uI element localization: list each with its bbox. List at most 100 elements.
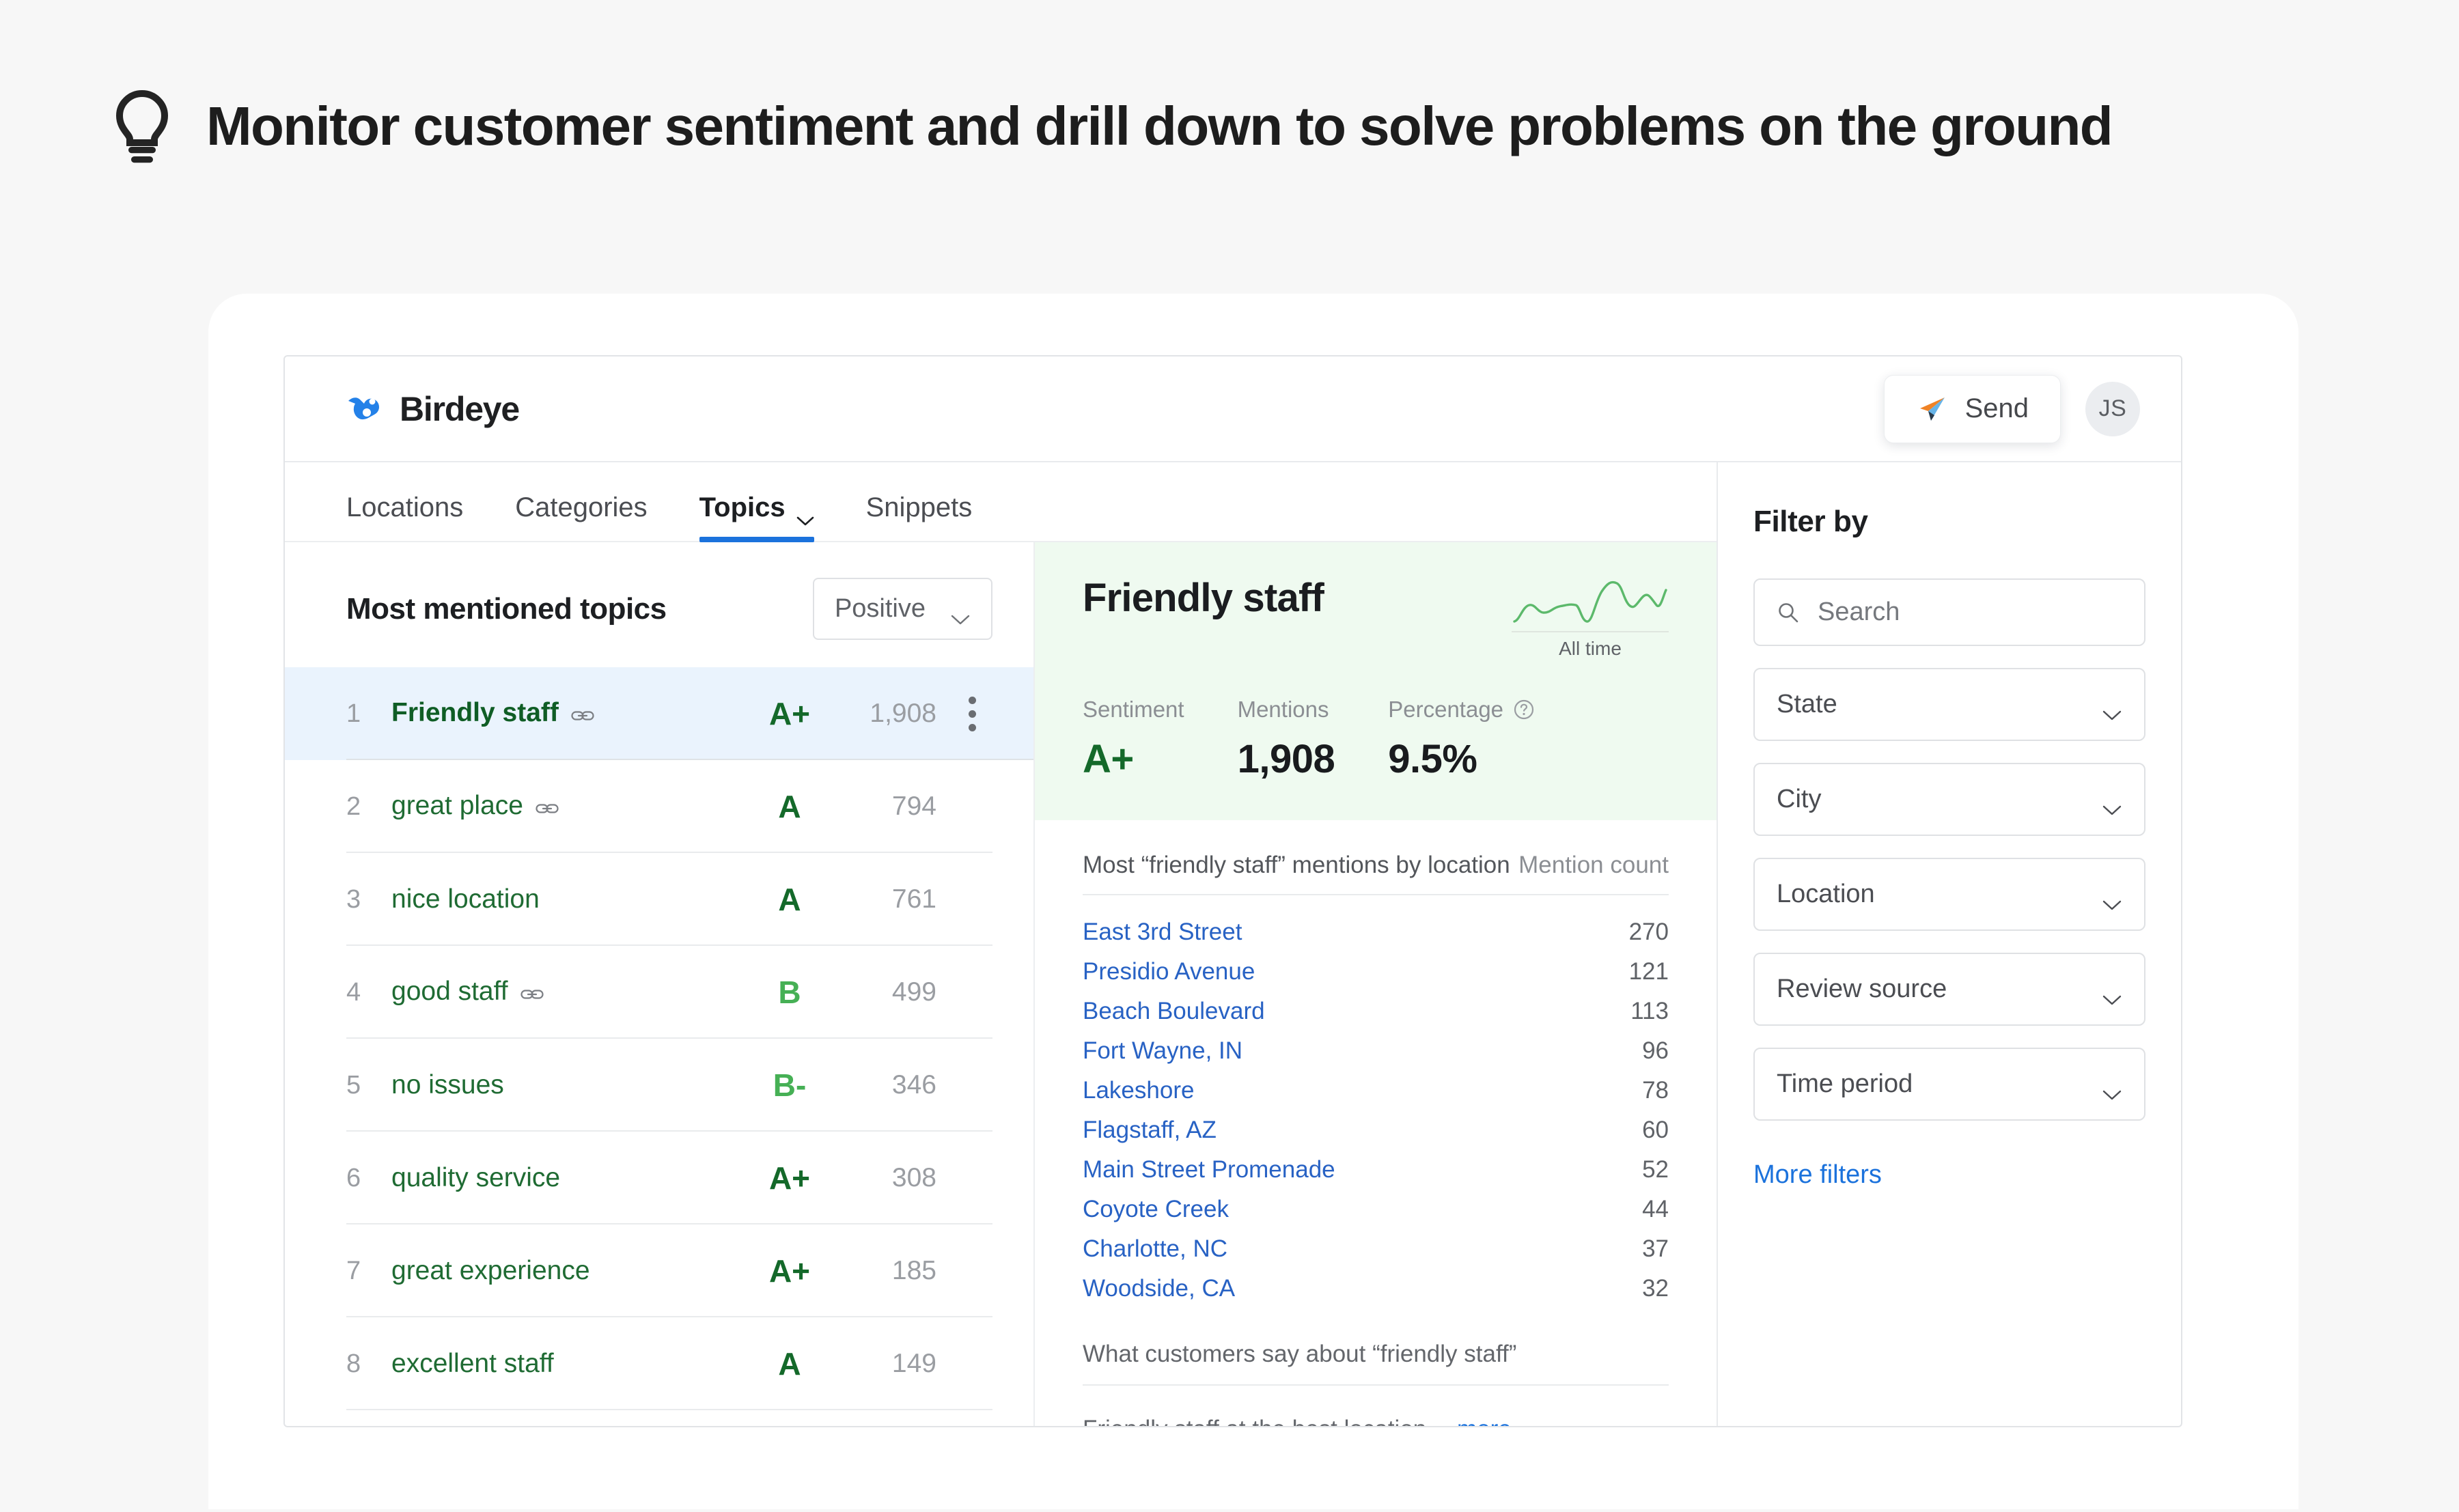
mention-row[interactable]: Woodside, CA 32 — [1083, 1263, 1669, 1302]
send-button-label: Send — [1964, 393, 2029, 423]
app-topbar: Birdeye Send JS — [285, 356, 2181, 462]
chevron-down-icon — [2102, 699, 2122, 720]
topic-label: Friendly staff — [391, 698, 594, 729]
search-input[interactable] — [1818, 598, 2122, 627]
filter-search-box[interactable] — [1753, 578, 2145, 646]
send-button[interactable]: Send — [1883, 374, 2061, 443]
topic-label: good staff — [391, 977, 544, 1008]
mention-row[interactable]: Flagstaff, AZ 60 — [1083, 1104, 1669, 1144]
sentiment-filter-select[interactable]: Positive — [812, 578, 992, 640]
row-overflow-menu-icon[interactable] — [951, 696, 992, 731]
mention-location-link[interactable]: Flagstaff, AZ — [1083, 1117, 1217, 1144]
mention-row[interactable]: Charlotte, NC 37 — [1083, 1223, 1669, 1263]
topic-row[interactable]: 6 quality service A+ 308 — [285, 1132, 1033, 1224]
topic-row[interactable]: 5 no issues B- 346 — [285, 1039, 1033, 1132]
help-circle-icon[interactable] — [1513, 699, 1535, 720]
topic-row[interactable]: 3 nice location A 761 — [285, 853, 1033, 946]
topic-row[interactable]: 7 great experience A+ 185 — [285, 1224, 1033, 1317]
tab-locations-label: Locations — [346, 492, 464, 522]
topic-rank: 5 — [346, 1070, 361, 1100]
filter-dropdown-city[interactable]: City — [1753, 763, 2145, 836]
topic-rows: 1 Friendly staff A+ 1,908 2 great place A 794 3 n… — [285, 667, 1033, 1410]
filter-dropdown-list: State City Location Review source Time perio… — [1753, 668, 2145, 1121]
filter-dropdown-location[interactable]: Location — [1753, 858, 2145, 931]
mention-location-link[interactable]: Woodside, CA — [1083, 1275, 1235, 1302]
detail-stats: Sentiment A+ Mentions 1,908 Percentage 9.5% — [1083, 697, 1669, 782]
mention-row[interactable]: Beach Boulevard 113 — [1083, 985, 1669, 1025]
page-header: Monitor customer sentiment and drill dow… — [0, 0, 2459, 164]
topic-grade: A+ — [768, 1253, 811, 1289]
page-title: Monitor customer sentiment and drill dow… — [206, 96, 2113, 157]
quote-line: Friendly staff at the best location… mor… — [1083, 1416, 1669, 1426]
topic-rank: 4 — [346, 977, 361, 1007]
topic-row[interactable]: 8 excellent staff A 149 — [285, 1317, 1033, 1410]
tab-bar: Locations Categories Topics Snippets — [285, 462, 1717, 542]
stat-value: 1,908 — [1237, 737, 1335, 781]
filter-dropdown-time-period[interactable]: Time period — [1753, 1048, 2145, 1121]
topic-grade: A — [778, 882, 801, 917]
topic-rank: 2 — [346, 792, 361, 821]
tab-snippets-label: Snippets — [865, 492, 973, 522]
quote-highlight: Friendly staff — [1083, 1416, 1219, 1426]
mention-row[interactable]: Coyote Creek 44 — [1083, 1184, 1669, 1223]
avatar[interactable]: JS — [2085, 381, 2140, 436]
topic-label: nice location — [391, 884, 540, 914]
mentions-by-location: Most “friendly staff” mentions by locati… — [1035, 820, 1717, 1302]
topic-rank: 6 — [346, 1163, 361, 1192]
tab-categories[interactable]: Categories — [489, 492, 673, 541]
tab-topics[interactable]: Topics — [673, 492, 840, 542]
mention-location-link[interactable]: Main Street Promenade — [1083, 1156, 1335, 1184]
link-icon[interactable] — [571, 699, 594, 729]
topic-grade: A — [778, 1346, 801, 1382]
mention-location-link[interactable]: Beach Boulevard — [1083, 998, 1265, 1025]
mention-location-link[interactable]: Charlotte, NC — [1083, 1235, 1227, 1263]
chevron-down-icon — [950, 603, 971, 624]
sentiment-filter-value: Positive — [834, 594, 926, 623]
link-icon[interactable] — [520, 978, 544, 1007]
topic-row[interactable]: 1 Friendly staff A+ 1,908 — [285, 667, 1033, 760]
mention-row[interactable]: Presidio Avenue 121 — [1083, 946, 1669, 985]
topic-mention-count: 346 — [891, 1070, 936, 1100]
mention-location-link[interactable]: Lakeshore — [1083, 1077, 1194, 1104]
tab-snippets[interactable]: Snippets — [840, 492, 999, 541]
chevron-down-icon — [2102, 983, 2122, 1005]
topic-grade: A+ — [768, 1160, 811, 1196]
topic-row[interactable]: 2 great place A 794 — [285, 760, 1033, 853]
link-icon[interactable] — [536, 792, 559, 822]
topic-row[interactable]: 4 good staff B 499 — [285, 946, 1033, 1039]
quote-more-link[interactable]: more — [1457, 1416, 1512, 1426]
content-column: Locations Categories Topics Snippets Mos… — [285, 462, 1717, 1426]
filter-sidebar-title: Filter by — [1753, 505, 1868, 538]
topic-rank: 7 — [346, 1256, 361, 1285]
topic-label: excellent staff — [391, 1349, 554, 1378]
mention-location-link[interactable]: Presidio Avenue — [1083, 958, 1255, 985]
topic-grade: A+ — [768, 696, 811, 731]
mentions-header-title: Most “friendly staff” mentions by locati… — [1083, 852, 1510, 878]
mention-count-value: 78 — [1642, 1077, 1669, 1104]
mention-location-link[interactable]: Coyote Creek — [1083, 1196, 1229, 1223]
mention-location-link[interactable]: East 3rd Street — [1083, 919, 1242, 946]
main-region: Most mentioned topics Positive 1 Friendly… — [285, 542, 1717, 1426]
stat-value: 9.5% — [1388, 737, 1477, 781]
mention-row[interactable]: Lakeshore 78 — [1083, 1065, 1669, 1104]
birdeye-app-panel: Birdeye Send JS Locations Categories Top… — [283, 355, 2182, 1427]
more-filters-link[interactable]: More filters — [1753, 1160, 1882, 1190]
stat-label: Percentage — [1388, 697, 1535, 723]
sparkline-baseline — [1512, 631, 1669, 632]
filter-dropdown-label: City — [1777, 785, 1822, 813]
mention-row[interactable]: Main Street Promenade 52 — [1083, 1144, 1669, 1184]
row-divider — [346, 1409, 992, 1410]
filter-dropdown-state[interactable]: State — [1753, 668, 2145, 741]
mention-row[interactable]: East 3rd Street 270 — [1083, 895, 1669, 946]
topic-mention-count: 761 — [891, 884, 936, 914]
filter-dropdown-review-source[interactable]: Review source — [1753, 953, 2145, 1026]
mention-row[interactable]: Fort Wayne, IN 96 — [1083, 1025, 1669, 1065]
topic-mention-count: 308 — [891, 1163, 936, 1192]
quotes-title: What customers say about “friendly staff… — [1083, 1341, 1669, 1386]
tab-locations[interactable]: Locations — [346, 492, 489, 541]
topic-label: no issues — [391, 1070, 504, 1100]
filter-dropdown-label: Location — [1777, 880, 1875, 908]
sparkline-label: All time — [1559, 638, 1622, 659]
topic-rank: 1 — [346, 699, 361, 728]
mention-location-link[interactable]: Fort Wayne, IN — [1083, 1037, 1242, 1065]
